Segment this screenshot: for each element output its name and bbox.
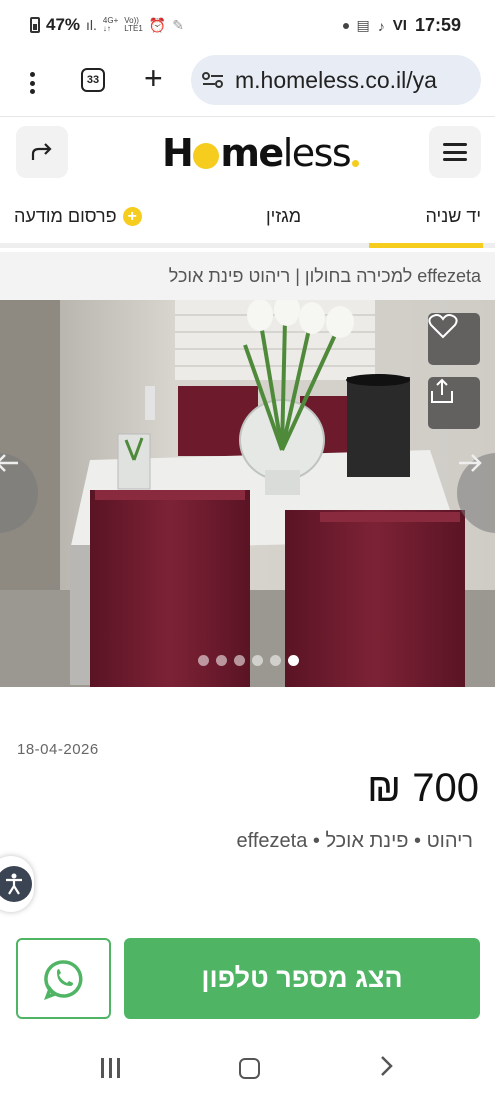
favorite-button[interactable] xyxy=(428,313,480,365)
tab-post-ad[interactable]: + פרסום מודעה xyxy=(14,206,142,227)
browser-menu-icon[interactable] xyxy=(22,68,42,98)
network-bottom-label: LTE1 xyxy=(124,24,143,33)
arrow-right-icon xyxy=(459,454,482,472)
battery-icon xyxy=(30,17,40,33)
battery-percent: 47% xyxy=(46,15,81,34)
browser-toolbar: 33 + m.homeless.co.il/ya xyxy=(0,52,495,114)
gallery-dot[interactable] xyxy=(270,655,281,666)
tab-yad-shniya[interactable]: יד שניה xyxy=(425,206,481,227)
hamburger-icon xyxy=(443,143,467,161)
gallery-dot[interactable] xyxy=(288,655,299,666)
logo-part-1: H xyxy=(162,131,194,175)
back-chevron-icon[interactable] xyxy=(378,1054,394,1083)
url-text[interactable]: m.homeless.co.il/ya xyxy=(235,67,437,94)
system-nav-bar xyxy=(0,1040,495,1100)
upload-share-icon xyxy=(431,378,453,403)
gallery-pagination[interactable] xyxy=(198,655,299,666)
whatsapp-button[interactable] xyxy=(16,938,111,1019)
address-bar[interactable]: m.homeless.co.il/ya xyxy=(191,55,481,105)
gallery-dot[interactable] xyxy=(252,655,263,666)
arrow-left-icon xyxy=(0,454,18,472)
accessibility-icon xyxy=(6,873,22,895)
show-phone-button[interactable]: הצג מספר טלפון xyxy=(124,938,480,1019)
hamburger-menu-button[interactable] xyxy=(429,126,481,178)
status-bar: 47% ıl. 4G+ ↓↑ Vo)) LTE1 ⏰ ✎ ▤ ♪ VI 17:5… xyxy=(0,0,495,52)
tab-switcher-button[interactable]: 33 xyxy=(81,68,105,92)
listing-price: 700 ₪ xyxy=(367,766,479,810)
active-tab-indicator xyxy=(369,243,483,248)
tab-magazine[interactable]: מגזין xyxy=(266,206,301,227)
gallery-dot[interactable] xyxy=(216,655,227,666)
recent-apps-icon[interactable] xyxy=(101,1058,120,1078)
signal-icon: ıl. xyxy=(86,17,97,33)
pen-icon: ✎ xyxy=(172,16,184,33)
site-header: H me less xyxy=(0,116,495,188)
accessibility-button[interactable] xyxy=(0,856,34,912)
network-indicator: 4G+ ↓↑ xyxy=(103,17,118,33)
breadcrumb: effezeta למכירה בחולון | ריהוט פינת אוכל xyxy=(0,252,495,300)
listing-photo xyxy=(0,300,495,687)
homeless-logo[interactable]: H me less xyxy=(162,131,360,175)
logo-dot xyxy=(352,159,360,167)
whatsapp-icon xyxy=(43,959,82,1000)
site-settings-icon[interactable] xyxy=(201,70,225,90)
logo-part-2: me xyxy=(220,131,284,175)
logo-o-circle xyxy=(193,143,220,169)
heart-icon xyxy=(428,314,458,339)
carrier-label: VI xyxy=(392,17,407,34)
notification-dot-icon xyxy=(342,22,349,29)
plus-circle-icon: + xyxy=(122,207,142,226)
clock: 17:59 xyxy=(414,15,461,35)
main-nav: יד שניה מגזין + פרסום מודעה xyxy=(0,188,495,248)
alarm-icon: ⏰ xyxy=(148,16,167,33)
share-button[interactable] xyxy=(16,126,68,178)
logo-part-3: less xyxy=(282,131,352,175)
gallery-share-button[interactable] xyxy=(428,377,480,429)
image-gallery[interactable] xyxy=(0,300,495,687)
listing-date: 18-04-2026 xyxy=(17,741,99,758)
listing-tags: ריהוט • פינת אוכל • effezeta xyxy=(236,830,473,852)
gallery-dot[interactable] xyxy=(234,655,245,666)
window-icon: ▤ xyxy=(356,17,370,33)
new-tab-icon[interactable]: + xyxy=(144,62,163,94)
share-arrow-icon xyxy=(31,143,52,160)
gallery-dot[interactable] xyxy=(198,655,209,666)
volte-indicator: Vo)) LTE1 xyxy=(124,17,143,33)
home-icon[interactable] xyxy=(239,1058,260,1079)
tab-post-ad-label: פרסום מודעה xyxy=(14,206,117,226)
tiktok-icon: ♪ xyxy=(377,17,385,34)
network-arrows-icon: ↓↑ xyxy=(102,24,111,33)
